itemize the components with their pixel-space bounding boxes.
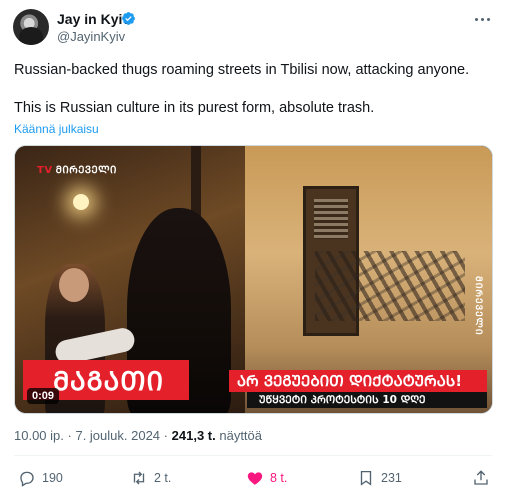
street-light xyxy=(73,194,89,210)
translate-link[interactable]: Käännä julkaisu xyxy=(14,122,99,136)
like-count: 8 t. xyxy=(270,471,288,485)
tweet-time[interactable]: 10.00 ip. xyxy=(14,428,64,443)
tweet-text-line-2: This is Russian culture in its purest fo… xyxy=(14,100,375,116)
more-options-icon[interactable] xyxy=(471,10,493,28)
video-duration: 0:09 xyxy=(27,388,60,404)
verified-badge-icon xyxy=(122,12,135,25)
avatar[interactable] xyxy=(13,9,49,45)
tweet-card: Jay in Kyiv @JayinKyiv Russian-backed th… xyxy=(0,0,506,500)
tweet-text: Russian-backed thugs roaming streets in … xyxy=(14,60,494,118)
reply-count: 190 xyxy=(42,471,63,485)
views-label: näyttöä xyxy=(219,428,263,443)
retweet-count: 2 t. xyxy=(154,471,172,485)
news-headline: ᲐᲠ ᲕᲔᲒᲣᲔᲑᲘᲗ ᲓᲘᲥᲢᲐᲢᲣᲠᲐᲡ! xyxy=(229,370,487,392)
retweet-button[interactable]: 2 t. xyxy=(130,466,171,490)
like-button[interactable]: 8 t. xyxy=(246,466,287,490)
author-handle[interactable]: @JayinKyiv xyxy=(57,29,125,44)
retweet-icon xyxy=(133,471,145,485)
channel-logo: TV ᲛᲘᲠᲔᲕᲔᲚᲘ xyxy=(37,165,117,176)
tweet-date[interactable]: 7. jouluk. 2024 xyxy=(75,428,160,443)
video-player[interactable]: TV ᲛᲘᲠᲔᲕᲔᲚᲘ ᲛᲘᲠᲔᲕᲔᲚᲘ ᲛᲐᲒᲐᲗᲘ ᲐᲠ ᲕᲔᲒᲣᲔᲑᲘᲗ Დ… xyxy=(14,145,493,414)
divider xyxy=(14,455,492,456)
news-subheadline: ᲣᲬᲧᲕᲔᲢᲘ ᲞᲠᲝᲢᲔᲡᲢᲘᲡ 10 ᲓᲦᲔ xyxy=(247,392,487,408)
share-button[interactable] xyxy=(472,466,490,490)
reply-button[interactable]: 190 xyxy=(18,466,63,490)
bookmark-count: 231 xyxy=(381,471,402,485)
action-bar: 190 2 t. 8 t. 231 xyxy=(14,466,492,490)
tweet-meta: 10.00 ip. · 7. jouluk. 2024 · 241,3 t. n… xyxy=(14,428,262,443)
graffiti xyxy=(315,251,465,321)
views-count: 241,3 t. xyxy=(171,428,216,443)
author-display-name[interactable]: Jay in Kyiv xyxy=(57,11,130,27)
bookmark-button[interactable]: 231 xyxy=(357,466,402,490)
reply-icon xyxy=(20,471,34,487)
meta-separator: · xyxy=(67,428,72,443)
tweet-text-line-1: Russian-backed thugs roaming streets in … xyxy=(14,62,470,78)
live-banner-text: ᲛᲐᲒᲐᲗᲘ xyxy=(53,367,165,397)
bookmark-icon xyxy=(360,470,372,486)
heart-icon xyxy=(247,472,263,485)
side-ticker: ᲛᲘᲠᲔᲕᲔᲚᲘ xyxy=(474,276,484,336)
meta-separator: · xyxy=(163,428,169,443)
share-icon xyxy=(474,470,488,485)
